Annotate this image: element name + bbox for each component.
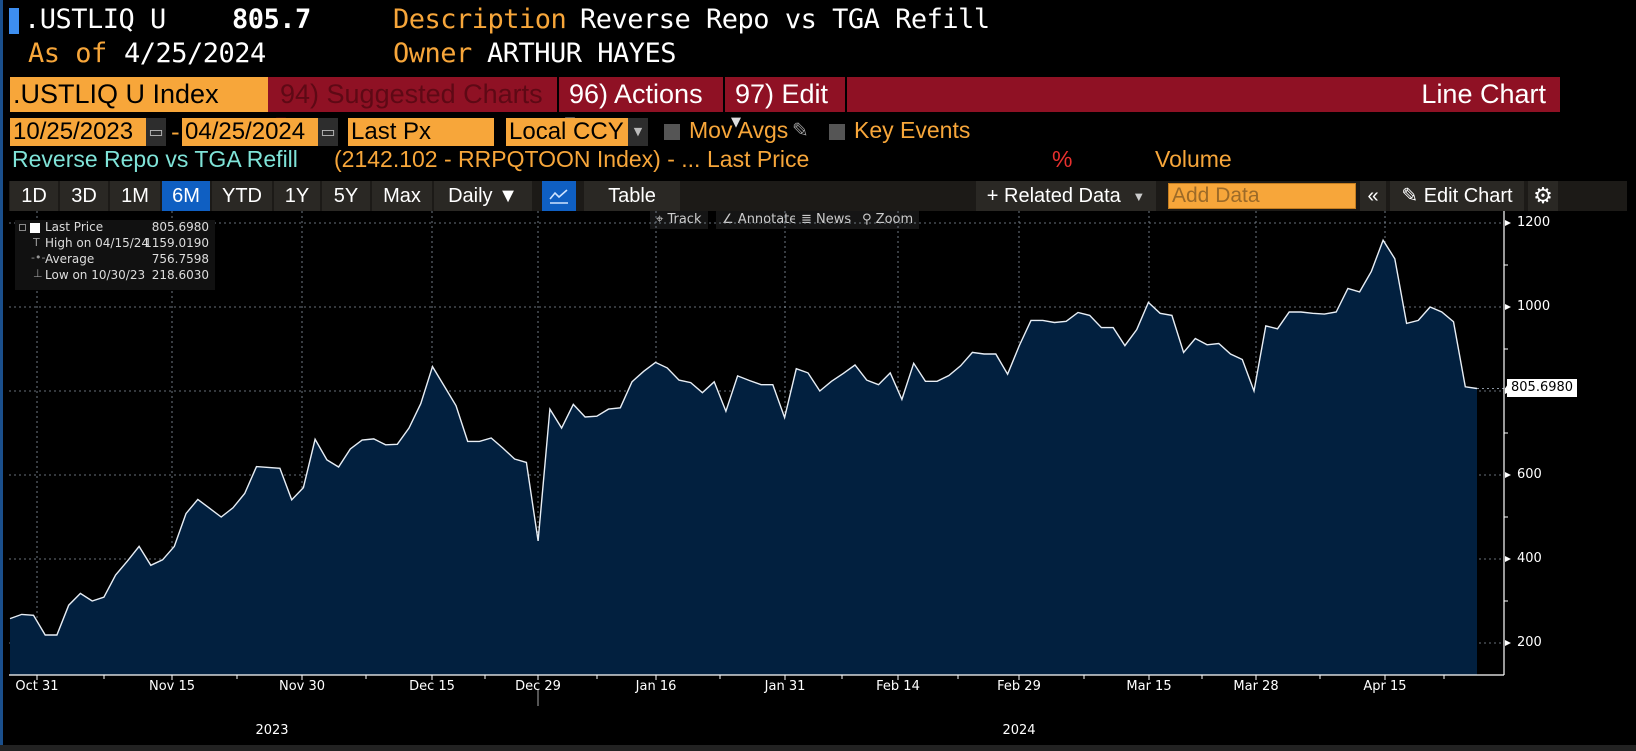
legend-value: 805.6980 <box>151 220 209 234</box>
x-tick-label: Apr 15 <box>1363 679 1407 694</box>
average-icon: -•- <box>31 251 46 264</box>
y-tick-label: 600 <box>1517 467 1542 482</box>
y-tick-marker <box>1505 640 1511 646</box>
y-tick-label: 400 <box>1517 551 1542 566</box>
legend-value: 756.7598 <box>151 252 209 266</box>
x-tick-label: Nov 15 <box>148 679 196 694</box>
y-tick-marker <box>1505 304 1511 310</box>
y-tick-marker <box>1505 472 1511 478</box>
x-tick-label: Nov 30 <box>278 679 326 694</box>
x-tick-label: Dec 15 <box>409 679 455 694</box>
legend-label: Average <box>45 252 95 266</box>
year-label: 2024 <box>1002 723 1036 738</box>
x-tick-label: Jan 16 <box>635 679 677 694</box>
x-tick-label: Jan 31 <box>764 679 806 694</box>
x-tick-label: Mar 15 <box>1126 679 1172 694</box>
footer-bar <box>0 745 1636 751</box>
legend-value: 218.6030 <box>151 268 209 282</box>
legend-label: Low on 10/30/23 <box>45 268 146 282</box>
y-tick-label: 1200 <box>1517 215 1551 230</box>
x-tick-label: Mar 28 <box>1233 679 1279 694</box>
legend-label: Last Price <box>45 220 104 234</box>
y-tick-marker <box>1505 556 1511 562</box>
high-icon: T <box>33 236 40 249</box>
y-tick-label: 1000 <box>1517 299 1551 314</box>
legend-value: 1159.0190 <box>144 236 209 250</box>
x-tick-label: Feb 14 <box>876 679 920 694</box>
x-tick-label: Oct 31 <box>15 679 59 694</box>
y-tick-marker <box>1505 220 1511 226</box>
x-tick-label: Dec 29 <box>515 679 561 694</box>
area-fill <box>10 240 1477 675</box>
x-tick-label: Feb 29 <box>997 679 1041 694</box>
y-tick-label: 200 <box>1517 635 1542 650</box>
low-icon: ⊥ <box>33 267 43 280</box>
series-swatch <box>30 223 40 233</box>
collapse-legend-icon[interactable] <box>19 224 26 231</box>
legend-panel: Last Price 805.6980 T High on 04/15/24 1… <box>15 220 215 290</box>
last-value-label: 805.6980 <box>1507 379 1578 398</box>
year-label: 2023 <box>255 723 289 738</box>
chart-area[interactable] <box>0 0 1636 751</box>
legend-label: High on 04/15/24 <box>45 236 150 250</box>
